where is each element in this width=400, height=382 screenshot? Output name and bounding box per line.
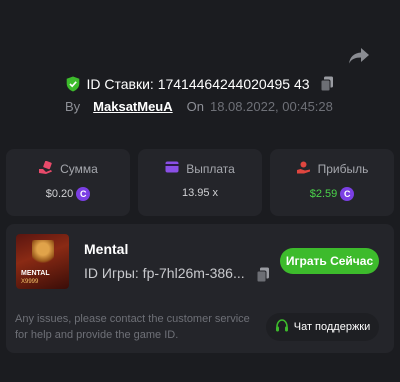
amount-icon [38, 160, 53, 177]
bet-id-row: ID Ставки: 17414464244020495 43 [0, 73, 400, 95]
headset-icon [275, 318, 289, 336]
game-thumbnail[interactable]: MENTAL X9999 [16, 234, 69, 289]
support-notice: Any issues, please contact the customer … [15, 313, 250, 341]
stat-payout: Выплата 13.95 x [138, 149, 262, 216]
play-now-button[interactable]: Играть Сейчас [280, 248, 379, 274]
stat-profit-label: Прибыль [317, 162, 369, 176]
game-card: MENTAL X9999 Mental ID Игры: fp-7hl26m-3… [6, 224, 394, 353]
game-art [32, 240, 54, 266]
support-chat-label: Чат поддержки [293, 321, 371, 333]
copy-icon[interactable] [320, 76, 334, 92]
stat-profit: Прибыль $2.59 C [270, 149, 394, 216]
bet-meta-row: By MaksatMeuA On 18.08.2022, 00:45:28 [65, 96, 333, 116]
stat-amount-value: $0.20 [45, 188, 74, 200]
stat-amount-label: Сумма [60, 162, 98, 176]
game-name: Mental [84, 241, 129, 257]
bet-id-text: ID Ставки: 17414464244020495 43 [86, 76, 310, 92]
profit-icon [296, 161, 311, 177]
username-link[interactable]: MaksatMeuA [93, 99, 172, 114]
thumbnail-title: MENTAL [21, 270, 50, 277]
thumbnail-subtitle: X9999 [21, 279, 39, 285]
wallet-icon [165, 161, 179, 176]
stat-profit-value: $2.59 [309, 188, 338, 200]
bet-datetime: 18.08.2022, 00:45:28 [209, 98, 333, 114]
coin-icon: C [340, 187, 355, 201]
stat-payout-label: Выплата [186, 161, 235, 176]
bet-stats: Сумма $0.20 C Выплата 13.95 x Прибыль $2… [6, 149, 394, 216]
on-label: On [186, 98, 204, 114]
game-id: ID Игры: fp-7hl26m-386... [84, 265, 245, 281]
share-icon[interactable] [348, 47, 370, 65]
stat-payout-value: 13.95 x [181, 187, 219, 199]
coin-icon: C [76, 187, 91, 201]
support-chat-button[interactable]: Чат поддержки [266, 313, 379, 341]
shield-check-icon [66, 76, 80, 92]
copy-game-id-icon[interactable] [256, 267, 270, 283]
stat-amount: Сумма $0.20 C [6, 149, 130, 216]
by-label: By [65, 98, 81, 114]
